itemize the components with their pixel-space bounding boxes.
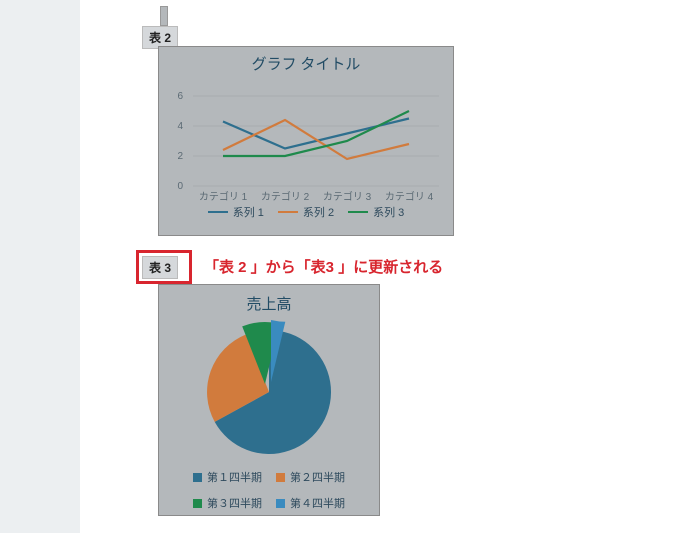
ytick-0: 0 <box>177 181 183 192</box>
xcat-1: カテゴリ 2 <box>261 190 310 203</box>
xcat-0: カテゴリ 1 <box>199 190 248 203</box>
pie-label-1: 第１四半期 <box>207 469 262 485</box>
caption-fig3-text: 表 3 <box>149 261 171 275</box>
ytick-1: 2 <box>177 151 183 162</box>
legend-label-1: 系列 1 <box>233 204 264 220</box>
pie-legend-3: 第３四半期 <box>193 495 262 511</box>
legend-label-3: 系列 3 <box>373 204 404 220</box>
caption-fig3: 表 3 <box>142 256 178 279</box>
xcat-3: カテゴリ 4 <box>385 190 434 203</box>
pie-chart-plot <box>159 314 379 464</box>
line-chart-title: グラフ タイトル <box>159 47 453 74</box>
ytick-3: 6 <box>177 91 183 102</box>
caption-fig2-text: 表 2 <box>149 31 171 45</box>
legend-label-2: 系列 2 <box>303 204 334 220</box>
left-margin <box>0 0 80 533</box>
pie-label-4: 第４四半期 <box>290 495 345 511</box>
pie-chart-legend: 第１四半期 第２四半期 第３四半期 第４四半期 <box>174 469 364 511</box>
line-chart-plot: 0 2 4 6 カテゴリ 1 カテゴリ 2 カテゴリ 3 カテゴリ 4 <box>159 74 453 204</box>
legend-item-2: 系列 2 <box>278 204 334 220</box>
pie-swatch-3 <box>193 499 202 508</box>
pie-chart: 売上高 第１四半期 第２四半期 第３四半期 <box>158 284 380 516</box>
pie-label-2: 第２四半期 <box>290 469 345 485</box>
pie-chart-title: 売上高 <box>159 285 379 314</box>
annotation-text: 「表 2 」から「表3 」に更新される <box>204 256 443 277</box>
prev-object-fragment <box>160 6 168 26</box>
pie-legend-2: 第２四半期 <box>276 469 345 485</box>
pie-legend-4: 第４四半期 <box>276 495 345 511</box>
legend-swatch-2 <box>278 211 298 213</box>
legend-item-1: 系列 1 <box>208 204 264 220</box>
ytick-2: 4 <box>177 121 183 132</box>
legend-swatch-1 <box>208 211 228 213</box>
xcat-2: カテゴリ 3 <box>323 190 372 203</box>
line-chart-legend: 系列 1 系列 2 系列 3 <box>159 204 453 220</box>
legend-item-3: 系列 3 <box>348 204 404 220</box>
document-page: 表 2 グラフ タイトル 0 2 4 6 <box>80 0 700 533</box>
pie-swatch-1 <box>193 473 202 482</box>
line-chart: グラフ タイトル 0 2 4 6 カテゴリ 1 カテゴリ <box>158 46 454 236</box>
pie-legend-1: 第１四半期 <box>193 469 262 485</box>
pie-swatch-2 <box>276 473 285 482</box>
series-1-line <box>223 119 409 149</box>
legend-swatch-3 <box>348 211 368 213</box>
pie-label-3: 第３四半期 <box>207 495 262 511</box>
pie-swatch-4 <box>276 499 285 508</box>
